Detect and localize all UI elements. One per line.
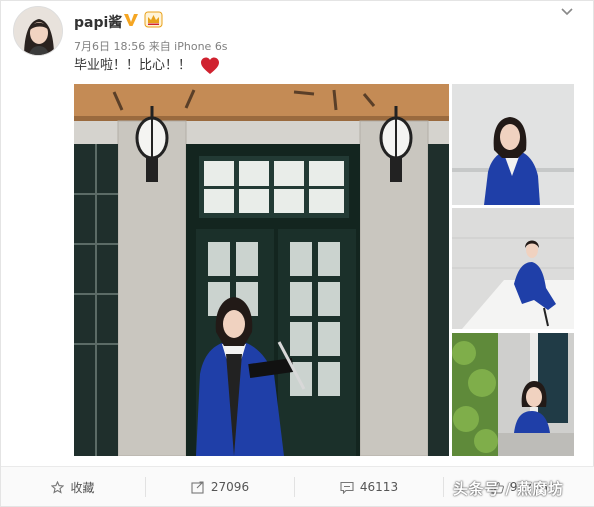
favorite-button[interactable]: 收藏: [1, 467, 145, 507]
comment-count: 46113: [359, 480, 399, 494]
watermark-text: 头条号 / 燕腐坊: [453, 480, 564, 498]
post-meta: 7月6日 18:56 来自 iPhone 6s: [74, 40, 228, 53]
chevron-down-icon[interactable]: [560, 7, 574, 17]
red-heart-emoji: [201, 57, 219, 74]
comment-button[interactable]: 46113: [295, 467, 443, 507]
thumb-photo-2[interactable]: [452, 208, 574, 329]
thumb-photo-3[interactable]: [452, 333, 574, 456]
repost-button[interactable]: 27096: [146, 467, 294, 507]
crown-icon[interactable]: [144, 11, 163, 28]
author-avatar[interactable]: [13, 6, 63, 56]
weibo-post-card: papi酱 7月6日 18:56 来自 iPhone 6s 毕业啦！！比心！！: [0, 0, 594, 507]
main-photo[interactable]: [74, 84, 449, 456]
author-name[interactable]: papi酱: [74, 12, 122, 32]
repost-count: 27096: [210, 480, 250, 494]
thumb-photo-1[interactable]: [452, 84, 574, 205]
star-icon: [51, 480, 65, 494]
favorite-label: 收藏: [70, 480, 95, 495]
verified-v-icon: [124, 14, 138, 26]
repost-icon: [191, 480, 204, 494]
comment-icon: [340, 481, 354, 494]
post-text: 毕业啦！！比心！！: [74, 58, 192, 73]
